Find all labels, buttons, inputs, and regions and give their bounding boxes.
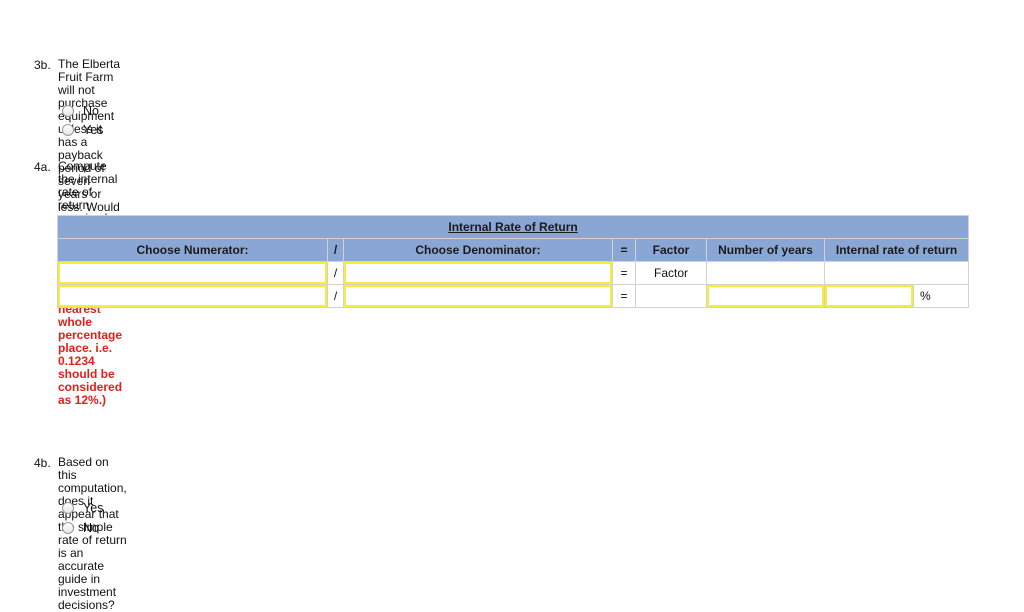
denominator-cell <box>343 284 613 308</box>
question-number: 4b. <box>34 456 51 470</box>
radio-button[interactable] <box>62 105 74 117</box>
irr-input[interactable] <box>825 285 913 307</box>
radio-button[interactable] <box>62 522 74 534</box>
rounding-instruction: whole percentage place. i.e. 0.1234 shou… <box>58 315 123 407</box>
denominator-cell <box>343 261 613 285</box>
header-factor: Factor <box>635 238 707 262</box>
header-numerator: Choose Numerator: <box>57 238 328 262</box>
irr-table: Internal Rate of Return Choose Numerator… <box>56 215 970 308</box>
table-title: Internal Rate of Return <box>56 215 970 239</box>
numerator-cell <box>57 284 328 308</box>
radio-button[interactable] <box>62 124 74 136</box>
denominator-input[interactable] <box>344 285 612 307</box>
irr-cell <box>824 284 914 308</box>
radio-label: Yes <box>83 123 104 137</box>
table-title-row: Internal Rate of Return <box>56 215 970 239</box>
radio-label: No <box>83 104 99 118</box>
numerator-cell <box>57 261 328 285</box>
numerator-input[interactable] <box>58 262 327 284</box>
factor-label: Factor <box>635 261 707 285</box>
question-number: 3b. <box>34 58 51 72</box>
radio-label: Yes <box>83 501 104 515</box>
radio-option-no[interactable]: No <box>62 519 99 537</box>
radio-option-yes[interactable]: Yes <box>62 121 103 139</box>
percent-unit: % <box>912 284 970 308</box>
radio-option-yes[interactable]: Yes <box>62 499 103 517</box>
header-divide: / <box>327 238 344 262</box>
years-cell <box>706 284 825 308</box>
table-row: / = % <box>57 284 970 308</box>
header-equals: = <box>612 238 636 262</box>
factor-value <box>635 284 707 308</box>
radio-button[interactable] <box>62 502 74 514</box>
equals-sign: = <box>612 261 636 285</box>
equals-sign: = <box>612 284 636 308</box>
question-text-line: investment decisions? <box>58 585 117 612</box>
radio-option-no[interactable]: No <box>62 102 99 120</box>
radio-label: No <box>83 521 99 535</box>
denominator-input[interactable] <box>344 262 612 284</box>
irr-cell <box>823 261 970 285</box>
divide-sign: / <box>327 284 344 308</box>
divide-sign: / <box>327 261 344 285</box>
question-number: 4a. <box>34 160 51 174</box>
header-years: Number of years <box>706 238 825 262</box>
number-of-years-input[interactable] <box>707 285 824 307</box>
header-irr: Internal rate of return <box>823 238 970 262</box>
header-denominator: Choose Denominator: <box>343 238 613 262</box>
years-cell <box>706 261 825 285</box>
table-row: / = Factor <box>57 261 970 285</box>
table-header-row: Choose Numerator: / Choose Denominator: … <box>57 238 970 262</box>
numerator-input[interactable] <box>58 285 327 307</box>
